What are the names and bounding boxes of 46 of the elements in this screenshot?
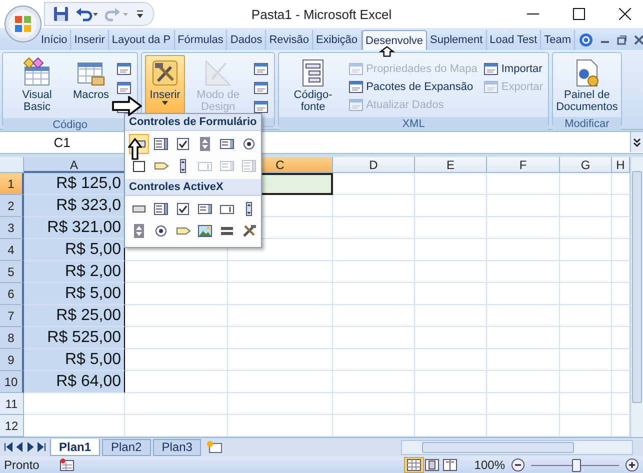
- row-header[interactable]: 9: [0, 349, 24, 371]
- ribbon-button[interactable]: Painel de Documentos: [556, 55, 618, 115]
- column-header[interactable]: D: [333, 157, 415, 173]
- group-label: Modificar: [552, 117, 621, 131]
- sheet-tab[interactable]: Plan1: [50, 438, 100, 456]
- row-header[interactable]: 10: [0, 371, 24, 393]
- ribbon-tab[interactable]: Desenvolve: [362, 30, 428, 50]
- ribbon-button[interactable]: Código-fonte: [282, 55, 344, 115]
- row-header[interactable]: 6: [0, 283, 24, 305]
- table-cell: R$ 64,00: [24, 371, 125, 393]
- table-cell: R$ 525,00: [24, 327, 125, 349]
- table-cell: R$ 323,0: [24, 195, 125, 217]
- group-label: XML: [279, 117, 548, 131]
- row-header[interactable]: 2: [0, 195, 24, 217]
- row-header[interactable]: 8: [0, 327, 24, 349]
- row-header[interactable]: 1: [0, 173, 24, 195]
- table-cell: R$ 25,00: [24, 305, 125, 327]
- table-cell: R$ 321,00: [24, 217, 125, 239]
- row-header[interactable]: 7: [0, 305, 24, 327]
- table-cell: R$ 5,00: [24, 349, 125, 371]
- column-header[interactable]: F: [487, 157, 560, 173]
- table-cell: R$ 2,00: [24, 261, 125, 283]
- row-header[interactable]: 3: [0, 217, 24, 239]
- row-header[interactable]: 5: [0, 261, 24, 283]
- menu-section-title: Controles ActiveX: [125, 179, 261, 196]
- column-header[interactable]: A: [24, 157, 125, 173]
- ribbon-button[interactable]: Importar: [481, 60, 545, 77]
- status-text: Pronto: [4, 458, 40, 472]
- column-header[interactable]: H: [612, 157, 630, 173]
- ribbon-button[interactable]: Inserir: [145, 55, 186, 115]
- zoom-level: 100%: [474, 458, 505, 472]
- ribbon-button[interactable]: Macros: [70, 55, 112, 115]
- table-cell: R$ 5,00: [24, 283, 125, 305]
- row-header[interactable]: 4: [0, 239, 24, 261]
- column-header[interactable]: E: [415, 157, 487, 173]
- column-header[interactable]: G: [560, 157, 612, 173]
- window-title: Pasta1 - Microsoft Excel: [250, 6, 393, 22]
- ribbon-button[interactable]: Visual Basic: [6, 55, 68, 115]
- sheet-tab[interactable]: Plan2: [102, 438, 151, 456]
- ribbon-button[interactable]: Pacotes de Expansão: [346, 78, 480, 95]
- menu-section-title: Controles de Formulário: [125, 114, 261, 131]
- sheet-tab[interactable]: Plan3: [152, 438, 202, 456]
- table-cell: R$ 5,00: [24, 239, 125, 261]
- row-header[interactable]: 11: [0, 393, 24, 415]
- table-cell: R$ 125,0: [24, 173, 125, 195]
- row-header[interactable]: 12: [0, 415, 24, 437]
